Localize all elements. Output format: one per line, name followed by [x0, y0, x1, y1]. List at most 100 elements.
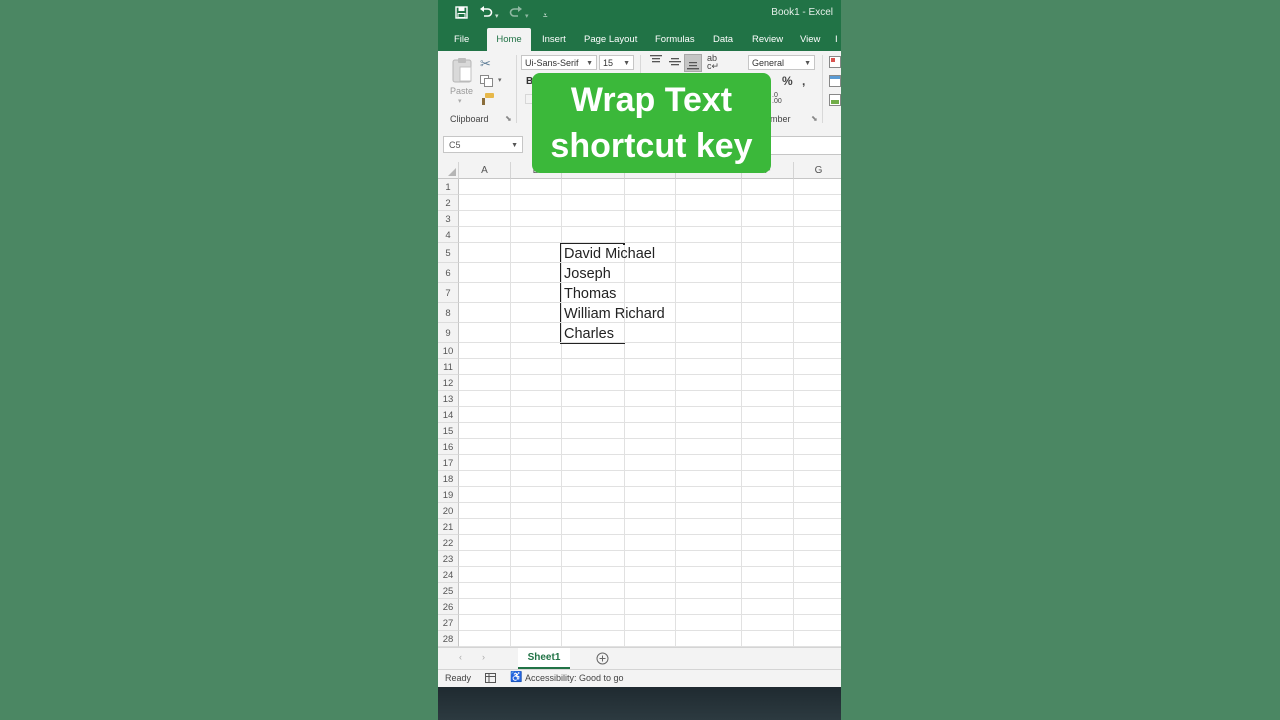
name-box[interactable]: C5 ▼	[443, 136, 523, 153]
font-size-select[interactable]: 15 ▼	[599, 55, 634, 70]
undo-dropdown-icon[interactable]: ▾	[495, 9, 499, 25]
tab-view[interactable]: View	[800, 28, 820, 51]
plus-circle-icon[interactable]	[596, 652, 609, 670]
column-header-a[interactable]: A	[459, 162, 511, 179]
row-header-12[interactable]: 12	[438, 375, 459, 391]
tab-developer-partial[interactable]: I	[835, 28, 838, 51]
row-header-23[interactable]: 23	[438, 551, 459, 567]
row-gridline	[459, 422, 841, 423]
ribbon-separator	[822, 55, 823, 123]
ribbon-separator	[516, 55, 517, 123]
clipboard-launcher-icon[interactable]: ⬊	[505, 114, 512, 123]
row-gridline	[459, 614, 841, 615]
copy-dropdown-icon[interactable]: ▾	[498, 76, 502, 84]
row-gridline	[459, 226, 841, 227]
paste-icon[interactable]	[451, 57, 473, 86]
row-header-13[interactable]: 13	[438, 391, 459, 407]
row-header-17[interactable]: 17	[438, 455, 459, 471]
name-box-value: C5	[449, 140, 461, 150]
percent-style-button[interactable]: %	[782, 74, 793, 88]
row-header-10[interactable]: 10	[438, 343, 459, 359]
cut-icon[interactable]: ✂	[480, 56, 491, 72]
align-middle-icon[interactable]	[669, 57, 681, 70]
taskbar-strip	[438, 687, 841, 720]
row-header-22[interactable]: 22	[438, 535, 459, 551]
save-icon[interactable]	[455, 6, 468, 23]
customize-icon[interactable]: ⩡	[543, 8, 548, 24]
chevron-down-icon: ▼	[804, 60, 811, 67]
row-header-14[interactable]: 14	[438, 407, 459, 423]
row-gridline	[459, 598, 841, 599]
paste-label[interactable]: Paste	[450, 86, 473, 96]
font-name-select[interactable]: Ui-Sans-Serif ▼	[521, 55, 597, 70]
row-header-11[interactable]: 11	[438, 359, 459, 375]
cell-styles-icon[interactable]	[829, 94, 841, 109]
align-top-icon[interactable]	[650, 55, 662, 68]
row-gridline	[459, 582, 841, 583]
row-header-25[interactable]: 25	[438, 583, 459, 599]
row-header-20[interactable]: 20	[438, 503, 459, 519]
row-header-18[interactable]: 18	[438, 471, 459, 487]
row-header-27[interactable]: 27	[438, 615, 459, 631]
sheet-tab-bar: ‹ › Sheet1	[438, 647, 841, 670]
redo-icon[interactable]	[509, 6, 523, 23]
cell-c5[interactable]: David Michael	[564, 246, 655, 262]
scroll-left-icon[interactable]: ‹	[459, 652, 462, 662]
paste-dropdown-icon[interactable]: ▾	[458, 97, 462, 105]
accessibility-icon[interactable]: ♿	[510, 672, 522, 683]
row-header-24[interactable]: 24	[438, 567, 459, 583]
row-header-9[interactable]: 9	[438, 323, 459, 343]
row-header-8[interactable]: 8	[438, 303, 459, 323]
cell-c7[interactable]: Thomas	[564, 286, 616, 302]
tab-formulas[interactable]: Formulas	[655, 28, 695, 51]
row-header-4[interactable]: 4	[438, 227, 459, 243]
scroll-right-icon[interactable]: ›	[482, 652, 485, 662]
row-header-3[interactable]: 3	[438, 211, 459, 227]
row-header-19[interactable]: 19	[438, 487, 459, 503]
row-header-16[interactable]: 16	[438, 439, 459, 455]
decrease-decimal-icon[interactable]: .0.00	[772, 92, 782, 105]
tab-page-layout[interactable]: Page Layout	[584, 28, 637, 51]
row-header-5[interactable]: 5	[438, 243, 459, 263]
row-header-15[interactable]: 15	[438, 423, 459, 439]
undo-icon[interactable]	[479, 6, 493, 23]
conditional-formatting-icon[interactable]	[829, 56, 841, 71]
row-header-7[interactable]: 7	[438, 283, 459, 303]
select-all-corner[interactable]	[438, 162, 459, 179]
row-header-21[interactable]: 21	[438, 519, 459, 535]
ribbon-tabs: File Home Insert Page Layout Formulas Da…	[438, 28, 841, 51]
align-bottom-button[interactable]	[684, 54, 702, 72]
row-header-26[interactable]: 26	[438, 599, 459, 615]
tab-data[interactable]: Data	[713, 28, 733, 51]
row-gridline	[459, 534, 841, 535]
cell-c8[interactable]: William Richard	[564, 306, 665, 322]
caption-line-2: shortcut key	[550, 127, 753, 165]
tab-file[interactable]: File	[454, 28, 469, 51]
worksheet-grid[interactable]: A B C D E F G David Michael Joseph Thoma…	[438, 162, 841, 647]
format-painter-icon[interactable]	[481, 93, 495, 108]
redo-dropdown-icon[interactable]: ▾	[525, 9, 529, 25]
row-gridline	[459, 358, 841, 359]
wrap-text-icon[interactable]: ab c↵	[707, 54, 719, 71]
number-launcher-icon[interactable]: ⬊	[811, 114, 818, 123]
row-header-6[interactable]: 6	[438, 263, 459, 283]
accessibility-status[interactable]: Accessibility: Good to go	[525, 673, 624, 683]
copy-icon[interactable]	[480, 75, 494, 90]
tab-insert[interactable]: Insert	[542, 28, 566, 51]
row-gridline	[459, 322, 841, 323]
cell-c6[interactable]: Joseph	[564, 266, 611, 282]
comma-style-icon[interactable]: ,	[802, 74, 805, 88]
format-as-table-icon[interactable]	[829, 75, 841, 90]
chevron-down-icon: ▼	[623, 60, 630, 67]
row-header-28[interactable]: 28	[438, 631, 459, 647]
tab-home[interactable]: Home	[487, 28, 531, 51]
cell-c9[interactable]: Charles	[564, 326, 614, 342]
column-header-g[interactable]: G	[794, 162, 841, 179]
sheet-tab-sheet1[interactable]: Sheet1	[518, 648, 570, 669]
cell-mode-icon[interactable]	[485, 673, 496, 685]
chevron-down-icon: ▼	[511, 142, 518, 149]
row-header-1[interactable]: 1	[438, 179, 459, 195]
tab-review[interactable]: Review	[752, 28, 783, 51]
row-header-2[interactable]: 2	[438, 195, 459, 211]
number-format-select[interactable]: General ▼	[748, 55, 815, 70]
